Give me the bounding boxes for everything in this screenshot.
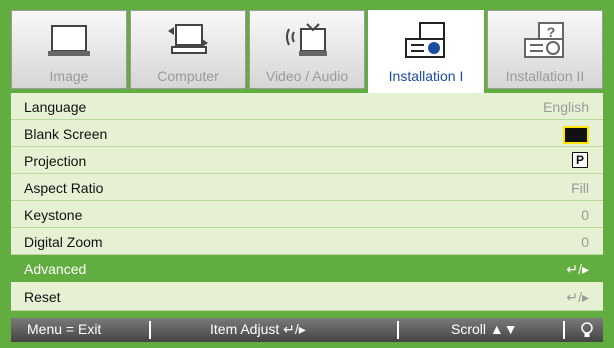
menu-item-advanced[interactable]: Advanced ↵/▸ <box>11 255 603 282</box>
menu-item-aspect-ratio[interactable]: Aspect Ratio Fill <box>11 174 603 201</box>
digital-zoom-value: 0 <box>581 234 589 250</box>
tab-installation-2-label: Installation II <box>505 68 585 84</box>
projection-mode-icon: P <box>572 152 588 168</box>
monitor-icon <box>48 25 90 56</box>
menu-item-label: Blank Screen <box>24 126 108 142</box>
tab-video-audio[interactable]: Video / Audio <box>249 10 365 89</box>
menu-item-label: Aspect Ratio <box>24 180 104 196</box>
menu-item-label: Keystone <box>24 207 83 223</box>
tab-installation-2[interactable]: ? Installation II <box>487 10 603 89</box>
menu-exit-hint: Menu = Exit <box>27 321 102 337</box>
tv-signal-icon <box>286 23 327 56</box>
svg-text:?: ? <box>547 24 556 40</box>
tab-bar: Image Computer Video / Audio Installatio… <box>11 10 603 94</box>
menu-item-label: Reset <box>24 289 61 305</box>
item-adjust-hint: Item Adjust ↵/▸ <box>210 321 306 337</box>
tab-image[interactable]: Image <box>11 10 127 89</box>
blank-screen-swatch <box>563 126 589 144</box>
menu-item-projection[interactable]: Projection P <box>11 147 603 174</box>
menu-item-label: Advanced <box>24 261 87 277</box>
tab-computer[interactable]: Computer <box>130 10 246 89</box>
tab-video-audio-label: Video / Audio <box>265 68 349 84</box>
tab-installation-1-label: Installation I <box>388 68 464 84</box>
language-value: English <box>543 99 589 115</box>
menu-item-reset[interactable]: Reset ↵/▸ <box>11 283 603 311</box>
tab-installation-1[interactable]: Installation I <box>368 10 484 94</box>
divider <box>563 321 565 339</box>
keystone-value: 0 <box>581 207 589 223</box>
menu-item-label: Language <box>24 99 87 115</box>
scroll-hint: Scroll ▲▼ <box>451 321 518 337</box>
menu-item-keystone[interactable]: Keystone 0 <box>11 201 603 228</box>
tab-computer-label: Computer <box>157 68 219 84</box>
menu-item-digital-zoom[interactable]: Digital Zoom 0 <box>11 228 603 255</box>
tab-image-label: Image <box>49 68 89 84</box>
enter-arrow-icon: ↵/▸ <box>566 261 589 277</box>
aspect-ratio-value: Fill <box>571 180 589 196</box>
menu-item-language[interactable]: Language English <box>11 93 603 120</box>
settings-panel: Language English Blank Screen Projection… <box>11 93 603 283</box>
lamp-icon <box>581 322 593 337</box>
enter-arrow-icon: ↵/▸ <box>566 289 589 305</box>
projector-icon <box>405 22 445 58</box>
help-bar: Menu = Exit Item Adjust ↵/▸ Scroll ▲▼ <box>11 318 603 342</box>
computer-icon <box>168 24 208 54</box>
projector-info-icon: ? <box>524 22 564 58</box>
osd-menu: Image Computer Video / Audio Installatio… <box>0 0 614 348</box>
menu-item-label: Projection <box>24 153 87 169</box>
menu-item-label: Digital Zoom <box>24 234 103 250</box>
menu-item-blank-screen[interactable]: Blank Screen <box>11 120 603 147</box>
divider <box>149 321 151 339</box>
divider <box>397 321 399 339</box>
